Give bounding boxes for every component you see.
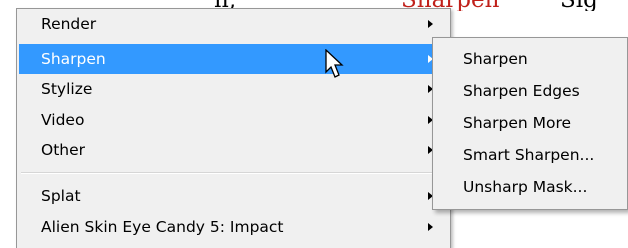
background-text-right: Sig xyxy=(560,0,598,11)
menu-item-sharpen[interactable]: Sharpen xyxy=(19,44,448,74)
menu-item-video[interactable]: Video xyxy=(19,105,448,135)
submenu-item-label: Smart Sharpen... xyxy=(463,146,595,164)
menu-item-label: Sharpen xyxy=(41,50,106,68)
menu-item-stylize[interactable]: Stylize xyxy=(19,74,448,104)
menu-item-label: Other xyxy=(41,141,86,159)
submenu-item-label: Unsharp Mask... xyxy=(463,178,588,196)
submenu-item-label: Sharpen More xyxy=(463,114,572,132)
menu-item-render[interactable]: Render xyxy=(19,9,448,39)
menu-item-splat[interactable]: Splat xyxy=(19,181,448,211)
menu-item-label: Render xyxy=(41,15,97,33)
submenu-item-sharpen-edges[interactable]: Sharpen Edges xyxy=(435,75,625,107)
filter-menu: Render Sharpen Stylize Video Other Splat… xyxy=(16,8,451,248)
menu-separator xyxy=(21,172,446,174)
menu-item-other[interactable]: Other xyxy=(19,135,448,165)
submenu-item-unsharp-mask[interactable]: Unsharp Mask... xyxy=(435,171,625,203)
submenu-item-label: Sharpen Edges xyxy=(463,82,580,100)
menu-item-label: Video xyxy=(41,111,85,129)
menu-item-label: Stylize xyxy=(41,80,93,98)
sharpen-submenu: Sharpen Sharpen Edges Sharpen More Smart… xyxy=(432,37,628,210)
submenu-item-label: Sharpen xyxy=(463,50,528,68)
menu-item-alien-skin-eye-candy[interactable]: Alien Skin Eye Candy 5: Impact xyxy=(19,212,448,242)
submenu-arrow-icon xyxy=(428,223,433,231)
menu-item-label: Alien Skin Eye Candy 5: Impact xyxy=(41,218,284,236)
menu-item-label: Splat xyxy=(41,187,81,205)
submenu-item-sharpen-more[interactable]: Sharpen More xyxy=(435,107,625,139)
submenu-item-smart-sharpen[interactable]: Smart Sharpen... xyxy=(435,139,625,171)
submenu-arrow-icon xyxy=(428,20,433,28)
mouse-cursor-icon xyxy=(325,49,344,78)
submenu-item-sharpen[interactable]: Sharpen xyxy=(435,43,625,75)
